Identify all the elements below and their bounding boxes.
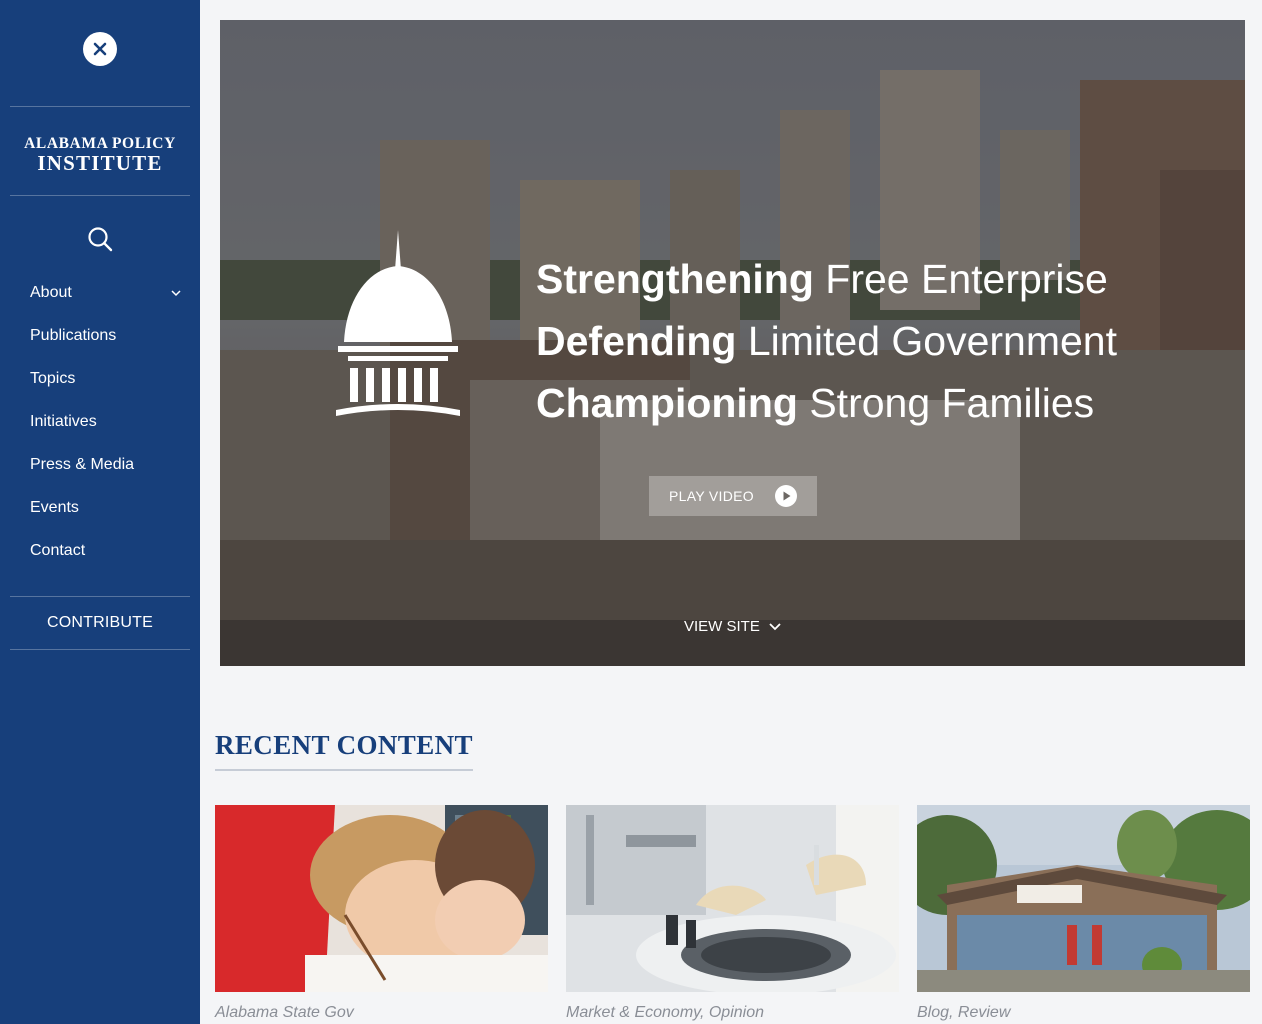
nav-item-about[interactable]: About [0,271,200,314]
nav-item-events[interactable]: Events [0,486,200,529]
sidebar: ALABAMA POLICY INSTITUTE About Publicati… [0,0,200,1024]
tagline-bold: Championing [536,380,798,426]
nav-item-press-media[interactable]: Press & Media [0,443,200,486]
nav-item-initiatives[interactable]: Initiatives [0,400,200,443]
contribute-button[interactable]: CONTRIBUTE [10,597,190,649]
nav-item-publications[interactable]: Publications [0,314,200,357]
card-category[interactable]: Alabama State Gov [215,1004,548,1022]
divider [10,649,190,650]
view-site-label: VIEW SITE [684,618,760,635]
nav-item-label: Events [30,498,79,516]
close-menu-button[interactable] [83,32,117,66]
tagline-light: Strong Families [809,380,1095,426]
nav-item-label: Initiatives [30,412,97,430]
hero-tagline: Strengthening Free Enterprise Defending … [536,248,1117,434]
divider [10,106,190,107]
capitol-dome-icon [336,230,460,416]
chevron-down-icon[interactable] [170,289,182,297]
view-site-button[interactable]: VIEW SITE [684,618,782,635]
nav-item-contact[interactable]: Contact [0,529,200,572]
tagline-line: Defending Limited Government [536,310,1117,372]
logo-line-1: ALABAMA POLICY [24,135,176,152]
nav-item-label: Press & Media [30,455,135,473]
nav-item-label: Publications [30,326,117,344]
play-icon [775,485,797,507]
lab-centrifuge-photo[interactable] [566,805,899,992]
main-nav: About Publications Topics Initiatives Pr… [0,271,200,572]
card-category[interactable]: Market & Economy, Opinion [566,1004,899,1022]
tagline-light: Limited Government [747,318,1118,364]
content-card[interactable]: Blog, Review [917,805,1250,1022]
site-logo[interactable]: ALABAMA POLICY INSTITUTE [10,136,190,174]
chevron-down-icon [769,623,781,631]
tagline-bold: Strengthening [536,256,814,302]
nav-item-label: About [30,283,72,301]
close-icon [93,42,107,56]
tagline-line: Strengthening Free Enterprise [536,248,1117,310]
nav-item-label: Topics [30,369,76,387]
tagline-line: Championing Strong Families [536,372,1117,434]
logo-line-2: INSTITUTE [37,150,163,175]
hero-banner: Strengthening Free Enterprise Defending … [220,20,1245,666]
content-card[interactable]: Market & Economy, Opinion [566,805,899,1022]
tagline-light: Free Enterprise [825,256,1108,302]
tagline-bold: Defending [536,318,737,364]
nav-item-topics[interactable]: Topics [0,357,200,400]
search-button[interactable] [86,225,114,253]
recent-content-heading: RECENT CONTENT [215,730,473,771]
nav-item-label: Contact [30,541,86,559]
play-video-label: PLAY VIDEO [669,488,754,504]
play-video-button[interactable]: PLAY VIDEO [649,476,817,516]
divider [10,195,190,196]
country-store-photo[interactable] [917,805,1250,992]
search-icon [88,227,113,252]
card-category[interactable]: Blog, Review [917,1004,1250,1022]
child-writing-photo[interactable] [215,805,548,992]
content-card[interactable]: Alabama State Gov [215,805,548,1022]
